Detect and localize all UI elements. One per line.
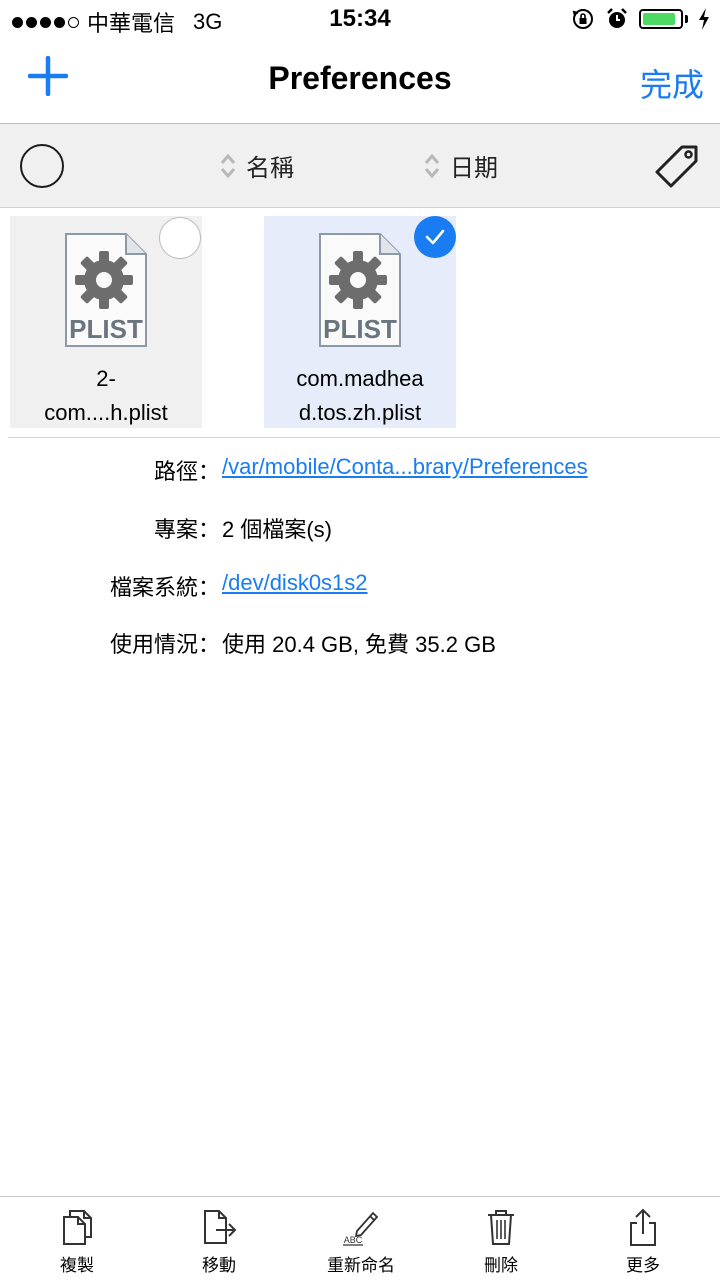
move-button[interactable]: 移動 [164,1207,274,1276]
sort-bar: 名稱 日期 [0,124,720,208]
copy-button[interactable]: 複製 [22,1207,132,1276]
trash-icon [488,1210,514,1245]
checkmark-icon [425,229,445,245]
tag-icon[interactable] [652,142,702,192]
copy-icon [63,1210,92,1245]
copy-label: 複製 [60,1256,94,1275]
items-label: 專案： [153,517,220,542]
rename-label: 重新命名 [327,1256,395,1275]
file-item[interactable]: PLIST com.madhea d.tos.zh.plist [264,216,456,428]
delete-label: 刪除 [484,1256,518,1275]
move-icon [204,1210,237,1244]
delete-button[interactable]: 刪除 [446,1207,556,1276]
file-name: com.madhea d.tos.zh.plist [296,366,424,425]
share-icon [630,1208,656,1246]
usage-label: 使用情況： [109,632,220,657]
sort-arrows-icon [424,153,440,178]
done-button[interactable]: 完成 [640,60,704,106]
file-select-toggle[interactable] [414,216,456,258]
rotation-lock-icon [572,9,593,29]
navigation-bar: Preferences 完成 [0,40,720,124]
rename-pencil-icon: ABC [343,1211,379,1246]
usage-value: 使用 20.4 GB, 免費 35.2 GB [222,632,496,657]
select-all-toggle[interactable] [20,144,64,188]
sort-by-name-button[interactable]: 名稱 [220,148,294,183]
sort-arrows-icon [220,153,236,178]
battery-icon [639,9,683,29]
more-button[interactable]: 更多 [588,1207,698,1276]
svg-text:PLIST: PLIST [69,314,143,344]
svg-text:PLIST: PLIST [323,314,397,344]
move-label: 移動 [202,1256,236,1275]
items-value: 2 個檔案(s) [222,517,333,542]
sort-by-date-button[interactable]: 日期 [424,148,498,183]
more-label: 更多 [626,1256,660,1275]
sort-date-label: 日期 [450,155,498,182]
bottom-toolbar: 複製 移動 ABC 重新命名 刪除 更多 [0,1196,720,1280]
file-select-toggle[interactable] [159,217,201,259]
charging-bolt-icon [699,8,709,30]
file-name: 2- com....h.plist [44,366,168,425]
page-title: Preferences [268,60,452,96]
file-item[interactable]: PLIST 2- com....h.plist [10,216,202,428]
filesystem-link[interactable]: /dev/disk0s1s2 [222,570,368,596]
plist-file-icon: PLIST [65,233,147,347]
filesystem-label: 檔案系統： [109,575,220,600]
path-label: 路徑： [153,459,220,484]
alarm-icon [607,8,627,28]
status-bar: 中華電信 3G 15:34 [0,0,720,40]
svg-text:ABC: ABC [344,1235,363,1245]
plist-file-icon: PLIST [319,233,401,347]
sort-name-label: 名稱 [246,155,294,182]
path-link[interactable]: /var/mobile/Conta...brary/Preferences [222,454,588,480]
rename-button[interactable]: ABC 重新命名 [306,1207,416,1276]
divider [8,437,720,438]
